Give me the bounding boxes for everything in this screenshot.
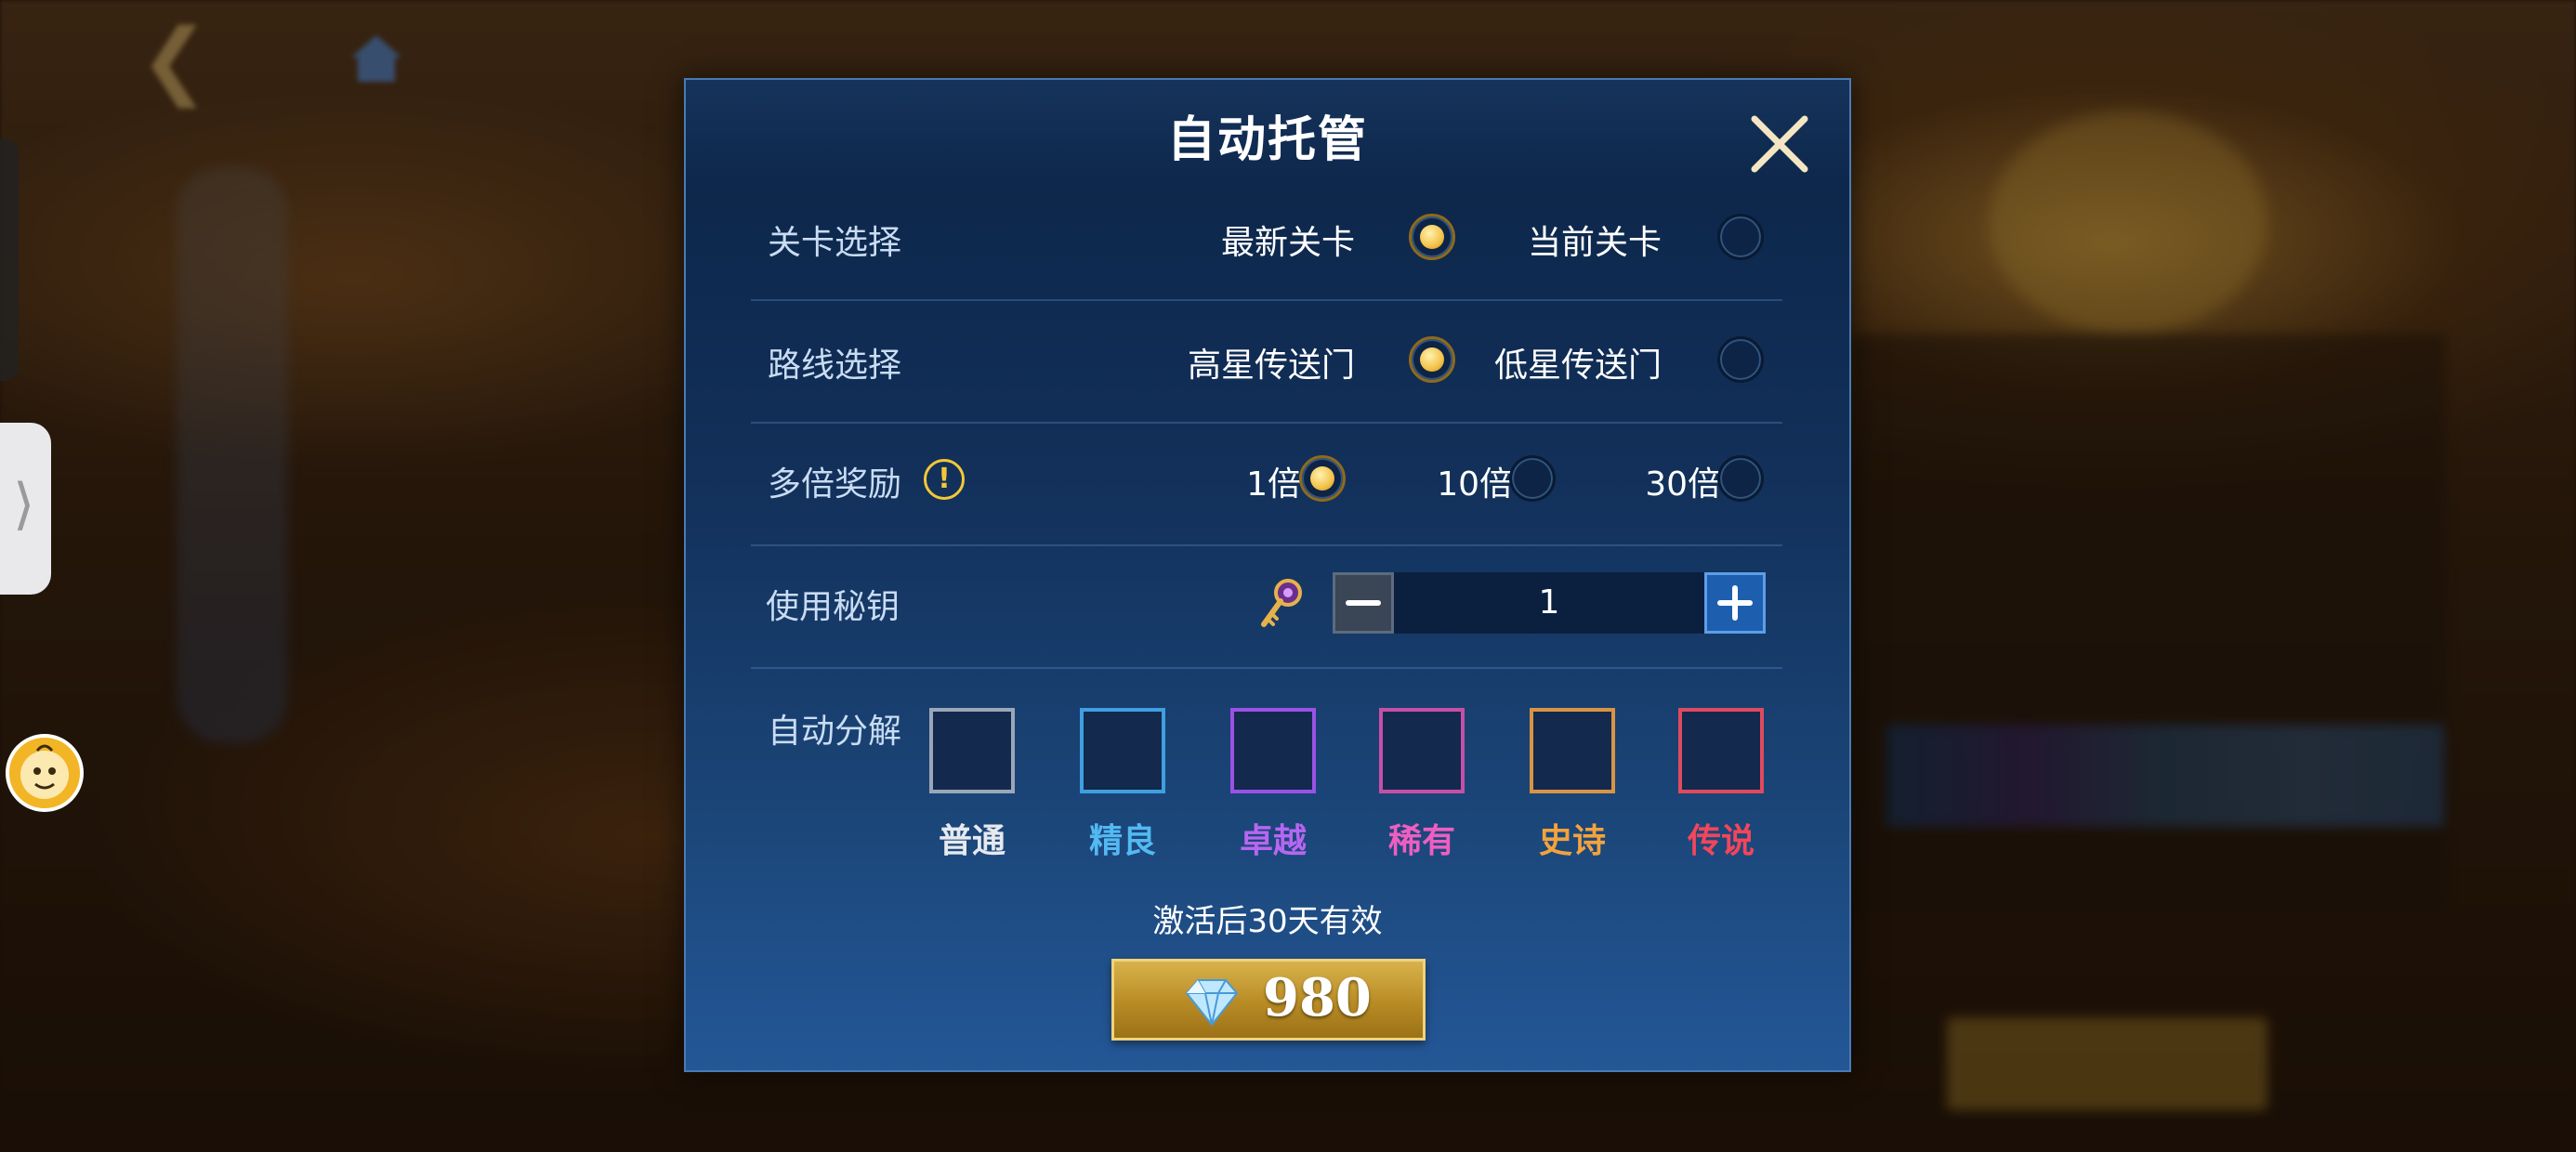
quality-label-5: 传说 [1687, 822, 1755, 860]
quality-label-3: 稀有 [1387, 822, 1455, 860]
assistant-float-button[interactable] [6, 734, 84, 812]
close-icon [1751, 115, 1808, 173]
quality-label-2: 卓越 [1239, 822, 1307, 860]
option-latest-stage-label: 最新关卡 [1220, 224, 1355, 262]
purchase-button[interactable]: 980 [1111, 959, 1426, 1041]
option-1x-label: 1倍 [1246, 465, 1301, 504]
radio-current-stage[interactable] [1717, 214, 1764, 260]
quality-checkbox-0[interactable] [929, 708, 1015, 793]
option-30x-label: 30倍 [1645, 465, 1721, 504]
key-icon [1255, 576, 1307, 632]
multiplier-reward-label: 多倍奖励 [768, 465, 902, 504]
diamond-icon [1185, 979, 1239, 1027]
quality-checkbox-2[interactable] [1230, 708, 1316, 793]
auto-decompose-label: 自动分解 [768, 713, 902, 751]
validity-note: 激活后30天有效 [1152, 903, 1383, 940]
quality-label-4: 史诗 [1538, 822, 1606, 860]
option-low-star-portal-label: 低星传送门 [1493, 347, 1662, 385]
quality-checkbox-5[interactable] [1678, 708, 1764, 793]
assistant-face-icon [20, 744, 69, 799]
divider [751, 299, 1782, 301]
auto-manage-dialog: 自动托管 关卡选择 最新关卡 当前关卡 路线选择 高星传送门 低星传送门 多倍奖… [684, 78, 1851, 1072]
plus-icon [1717, 585, 1753, 621]
dialog-title: 自动托管 [1166, 112, 1368, 168]
close-button[interactable] [1741, 106, 1818, 182]
radio-1x[interactable] [1299, 455, 1346, 502]
key-quantity-field[interactable]: 1 [1394, 572, 1704, 634]
price-label: 980 [1263, 967, 1372, 1028]
stage-select-label: 关卡选择 [768, 224, 902, 262]
quality-checkbox-4[interactable] [1530, 708, 1615, 793]
route-select-label: 路线选择 [768, 347, 902, 385]
quality-label-1: 精良 [1088, 822, 1156, 860]
divider [751, 544, 1782, 546]
radio-30x[interactable] [1717, 455, 1764, 502]
use-key-label: 使用秘钥 [766, 588, 900, 626]
option-10x-label: 10倍 [1437, 465, 1513, 504]
option-high-star-portal-label: 高星传送门 [1187, 347, 1355, 385]
quality-label-0: 普通 [938, 822, 1005, 860]
divider [751, 667, 1782, 669]
quality-checkbox-1[interactable] [1080, 708, 1165, 793]
increment-button[interactable] [1704, 572, 1766, 634]
divider [751, 422, 1782, 424]
decrement-button[interactable] [1333, 572, 1394, 634]
quality-checkbox-3[interactable] [1379, 708, 1465, 793]
radio-low-star-portal[interactable] [1717, 336, 1764, 383]
side-edge-panel [0, 139, 19, 381]
chevron-right-icon: ⟩ [13, 472, 35, 537]
radio-10x[interactable] [1509, 455, 1556, 502]
minus-icon [1346, 600, 1381, 606]
info-icon[interactable]: ! [924, 459, 965, 500]
option-current-stage-label: 当前关卡 [1527, 224, 1662, 262]
side-drawer-handle[interactable]: ⟩ [0, 423, 51, 595]
